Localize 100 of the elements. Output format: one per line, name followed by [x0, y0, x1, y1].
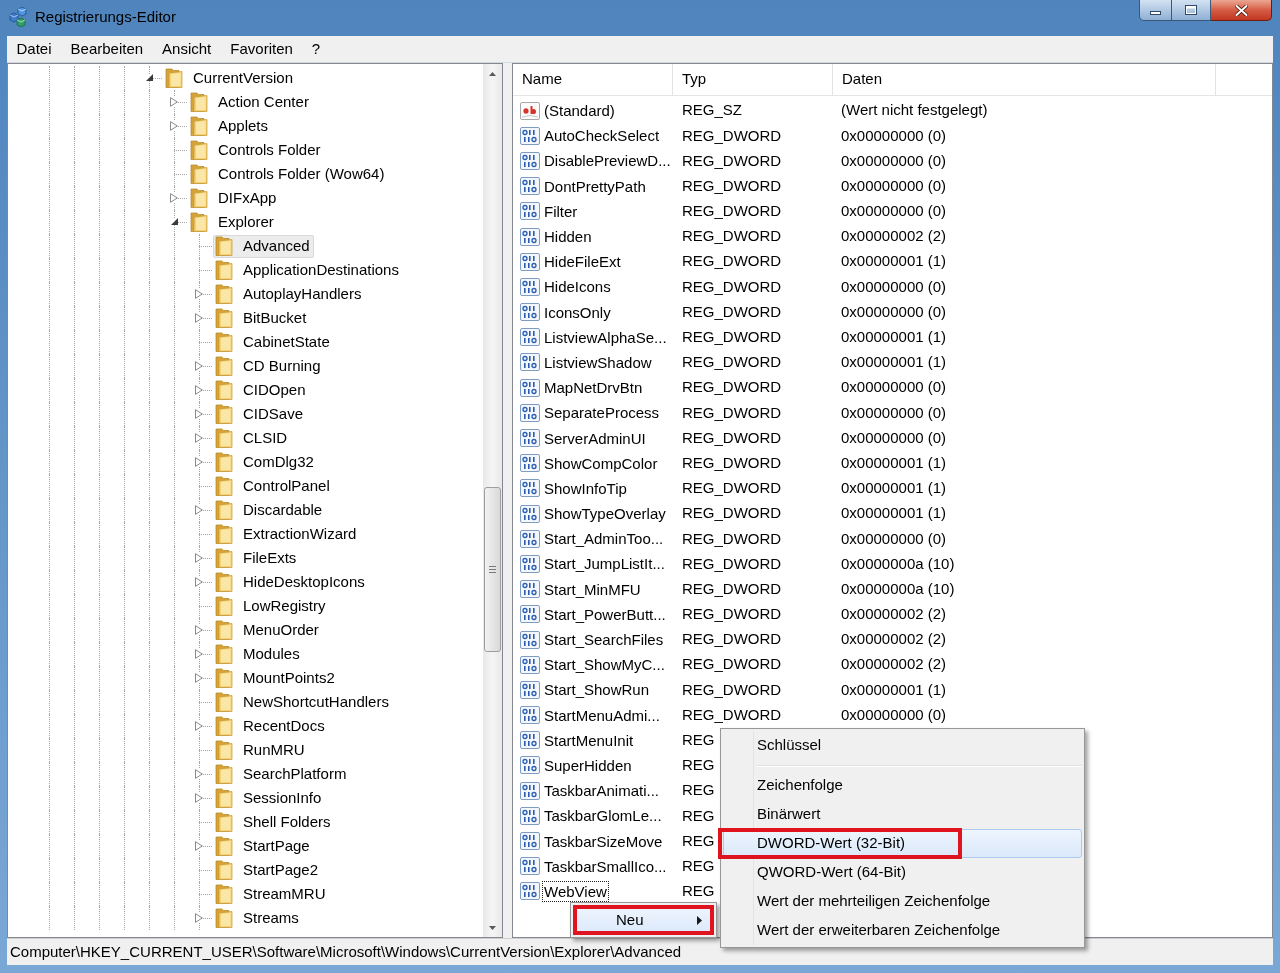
tree-item[interactable]: HideDesktopIcons	[213, 570, 369, 594]
value-name[interactable]: TaskbarAnimati...	[542, 780, 662, 802]
tree-item[interactable]: StartPage2	[213, 858, 323, 882]
tree-item[interactable]: BitBucket	[213, 306, 311, 330]
tree-item[interactable]: CLSID	[213, 426, 292, 450]
tree-item[interactable]: Controls Folder	[188, 138, 325, 162]
expand-arrow-icon[interactable]	[170, 121, 178, 131]
tree-item[interactable]: Advanced	[213, 234, 314, 258]
tree-item[interactable]: FileExts	[213, 546, 301, 570]
minimize-button[interactable]	[1139, 0, 1172, 21]
tree-item[interactable]: Action Center	[188, 90, 313, 114]
value-name[interactable]: TaskbarSmallIco...	[542, 855, 669, 877]
value-name[interactable]: DisablePreviewD...	[542, 150, 673, 172]
value-name[interactable]: ShowCompColor	[542, 452, 660, 474]
expand-arrow-icon[interactable]	[195, 553, 203, 563]
value-name[interactable]: Start_ShowMyC...	[542, 654, 667, 676]
column-header[interactable]: Typ	[673, 64, 833, 95]
menu-item[interactable]: Datei	[7, 39, 62, 59]
value-name[interactable]: Start_PowerButt...	[542, 603, 668, 625]
expand-arrow-icon[interactable]	[195, 505, 203, 515]
expand-arrow-icon[interactable]	[195, 433, 203, 443]
tree-item[interactable]: Modules	[213, 642, 304, 666]
tree-item[interactable]: SessionInfo	[213, 786, 326, 810]
expand-arrow-icon[interactable]	[195, 721, 203, 731]
tree-item[interactable]: CabinetState	[213, 330, 334, 354]
tree-item[interactable]: ComDlg32	[213, 450, 318, 474]
value-name[interactable]: ShowTypeOverlay	[542, 503, 668, 525]
expand-arrow-icon[interactable]	[195, 289, 203, 299]
tree-item[interactable]: DIFxApp	[188, 186, 281, 210]
expand-arrow-icon[interactable]	[195, 385, 203, 395]
tree-item[interactable]: ControlPanel	[213, 474, 334, 498]
value-name[interactable]: HideFileExt	[542, 251, 623, 273]
tree-item[interactable]: MountPoints2	[213, 666, 339, 690]
value-name[interactable]: Start_MinMFU	[542, 578, 643, 600]
value-name[interactable]: ListviewAlphaSe...	[542, 326, 669, 348]
expand-arrow-icon[interactable]	[195, 769, 203, 779]
menu-item[interactable]: Wert der erweiterbaren Zeichenfolge	[723, 916, 1082, 945]
value-name[interactable]: ListviewShadow	[542, 351, 654, 373]
value-name[interactable]: StartMenuInit	[542, 729, 636, 751]
menu-item[interactable]: Neu	[573, 905, 714, 935]
tree-item[interactable]: LowRegistry	[213, 594, 330, 618]
tree-item[interactable]: Explorer	[188, 210, 278, 234]
value-name[interactable]: SeparateProcess	[542, 402, 662, 424]
value-name[interactable]: Filter	[542, 200, 580, 222]
expand-arrow-icon[interactable]	[195, 649, 203, 659]
menu-item[interactable]: Wert der mehrteiligen Zeichenfolge	[723, 887, 1082, 916]
value-name[interactable]: IconsOnly	[542, 301, 613, 323]
tree-item[interactable]: StreamMRU	[213, 882, 330, 906]
tree-item[interactable]: RecentDocs	[213, 714, 329, 738]
value-name[interactable]: SuperHidden	[542, 754, 634, 776]
expand-arrow-icon[interactable]	[195, 313, 203, 323]
menu-item[interactable]: Zeichenfolge	[723, 771, 1082, 800]
tree-item[interactable]: ApplicationDestinations	[213, 258, 403, 282]
tree-item[interactable]: CIDOpen	[213, 378, 310, 402]
expand-arrow-icon[interactable]	[195, 361, 203, 371]
value-name[interactable]: TaskbarGlomLe...	[542, 805, 664, 827]
close-button[interactable]	[1211, 0, 1272, 21]
tree-item[interactable]: RunMRU	[213, 738, 309, 762]
menu-item[interactable]: Bearbeiten	[61, 39, 153, 59]
expand-arrow-icon[interactable]	[195, 625, 203, 635]
expand-arrow-icon[interactable]	[195, 793, 203, 803]
tree-item[interactable]: CurrentVersion	[163, 66, 298, 90]
expand-arrow-icon[interactable]	[170, 193, 178, 203]
value-name[interactable]: MapNetDrvBtn	[542, 377, 645, 399]
tree-item[interactable]: NewShortcutHandlers	[213, 690, 393, 714]
menu-item[interactable]: Favoriten	[220, 39, 303, 59]
tree-item[interactable]: Shell Folders	[213, 810, 335, 834]
expand-arrow-icon[interactable]	[195, 913, 203, 923]
menu-item[interactable]: QWORD-Wert (64-Bit)	[723, 858, 1082, 887]
menu-item[interactable]: ?	[302, 39, 330, 59]
tree-item[interactable]: Controls Folder (Wow64)	[188, 162, 389, 186]
tree-item[interactable]: MenuOrder	[213, 618, 323, 642]
collapse-arrow-icon[interactable]	[171, 218, 178, 225]
value-name[interactable]: (Standard)	[542, 100, 617, 122]
value-name[interactable]: Start_JumpListIt...	[542, 553, 667, 575]
tree-item[interactable]: Streams	[213, 906, 303, 930]
column-header[interactable]: Name	[513, 64, 673, 95]
expand-arrow-icon[interactable]	[195, 577, 203, 587]
scrollbar-thumb[interactable]	[484, 487, 501, 652]
maximize-button[interactable]	[1172, 0, 1211, 21]
tree-item[interactable]: CIDSave	[213, 402, 308, 426]
tree-item[interactable]: Applets	[188, 114, 273, 138]
tree-item[interactable]: StartPage	[213, 834, 314, 858]
value-name[interactable]: DontPrettyPath	[542, 175, 648, 197]
value-name[interactable]: ShowInfoTip	[542, 477, 629, 499]
menu-item[interactable]: Schlüssel	[723, 731, 1082, 760]
expand-arrow-icon[interactable]	[195, 841, 203, 851]
tree-item[interactable]: AutoplayHandlers	[213, 282, 366, 306]
value-name[interactable]: Hidden	[542, 226, 594, 248]
expand-arrow-icon[interactable]	[195, 409, 203, 419]
value-name[interactable]: Start_ShowRun	[542, 679, 652, 701]
tree-item[interactable]: CD Burning	[213, 354, 325, 378]
column-header[interactable]: Daten	[833, 64, 1216, 95]
tree-item[interactable]: ExtractionWizard	[213, 522, 361, 546]
collapse-arrow-icon[interactable]	[146, 74, 153, 81]
expand-arrow-icon[interactable]	[195, 673, 203, 683]
expand-arrow-icon[interactable]	[195, 457, 203, 467]
value-name[interactable]: AutoCheckSelect	[542, 125, 662, 147]
value-name[interactable]: TaskbarSizeMove	[542, 830, 665, 852]
value-name[interactable]: WebView	[542, 880, 609, 902]
